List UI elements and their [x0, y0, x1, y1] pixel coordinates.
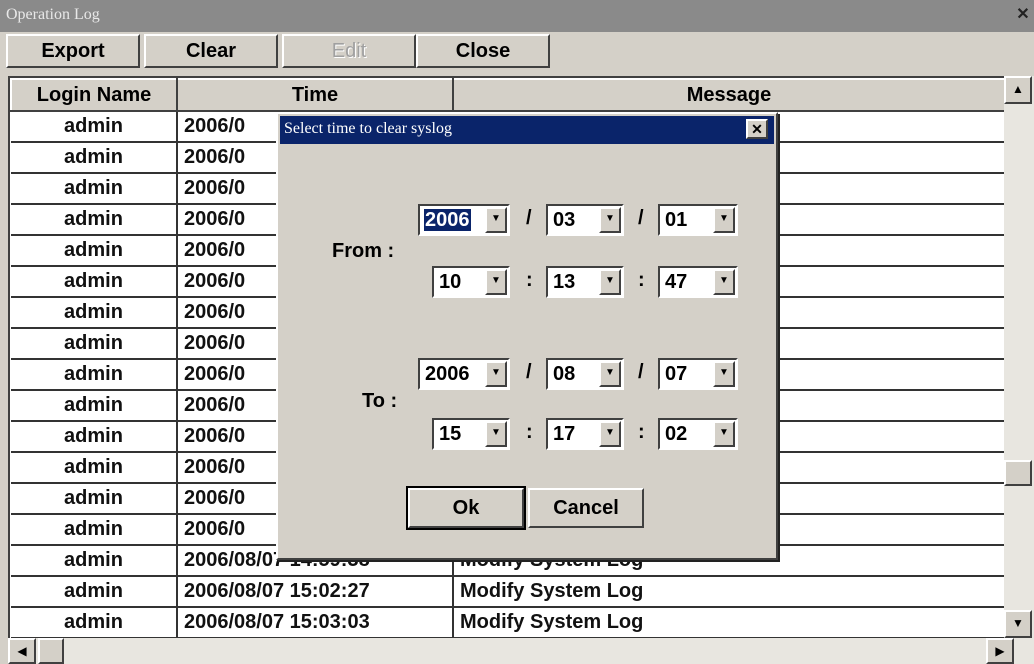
from-day-value: 01	[665, 209, 688, 231]
export-button[interactable]: Export	[6, 34, 140, 68]
from-year-select[interactable]: 2006 ▼	[418, 204, 510, 236]
window-title: Operation Log	[6, 6, 100, 23]
title-bar: Operation Log ✕	[0, 0, 1034, 32]
chevron-down-icon[interactable]: ▼	[713, 361, 735, 387]
cell-login-name: admin	[11, 452, 178, 484]
to-minute-select[interactable]: 17 ▼	[546, 418, 624, 450]
cell-login-name: admin	[11, 607, 178, 639]
scroll-thumb[interactable]	[1004, 460, 1032, 486]
operation-log-window: Operation Log ✕ Export Clear Edit Close …	[0, 0, 1034, 664]
cell-login-name: admin	[11, 576, 178, 608]
chevron-down-icon[interactable]: ▼	[599, 361, 621, 387]
cell-time: 2006/08/07 15:03:03	[177, 607, 454, 639]
to-day-select[interactable]: 07 ▼	[658, 358, 738, 390]
from-minute-select[interactable]: 13 ▼	[546, 266, 624, 298]
chevron-down-icon[interactable]: ▼	[485, 421, 507, 447]
chevron-down-icon[interactable]: ▼	[485, 361, 507, 387]
to-second-select[interactable]: 02 ▼	[658, 418, 738, 450]
clear-syslog-dialog: Select time to clear syslog ✕ From : To …	[276, 112, 778, 560]
chevron-down-icon[interactable]: ▼	[599, 207, 621, 233]
chevron-down-icon[interactable]: ▼	[599, 421, 621, 447]
scroll-right-icon[interactable]: ▶	[986, 638, 1014, 664]
cell-login-name: admin	[11, 328, 178, 360]
to-label: To :	[362, 390, 398, 412]
date-separator: /	[526, 207, 532, 229]
clear-button[interactable]: Clear	[144, 34, 278, 68]
to-second-value: 02	[665, 423, 688, 445]
chevron-down-icon[interactable]: ▼	[713, 207, 735, 233]
from-label: From :	[332, 240, 395, 262]
cell-message: Modify System Log	[453, 607, 1006, 639]
from-month-value: 03	[553, 209, 576, 231]
cell-login-name: admin	[11, 483, 178, 515]
horizontal-scrollbar[interactable]: ◀ ▶	[8, 638, 1034, 664]
chevron-down-icon[interactable]: ▼	[485, 269, 507, 295]
to-year-select[interactable]: 2006 ▼	[418, 358, 510, 390]
from-second-select[interactable]: 47 ▼	[658, 266, 738, 298]
cell-login-name: admin	[11, 514, 178, 546]
chevron-down-icon[interactable]: ▼	[713, 421, 735, 447]
from-minute-value: 13	[553, 271, 576, 293]
close-button[interactable]: Close	[416, 34, 550, 68]
date-separator: /	[638, 361, 644, 383]
hscroll-thumb[interactable]	[38, 638, 64, 664]
to-minute-value: 17	[553, 423, 576, 445]
cell-login-name: admin	[11, 359, 178, 391]
table-header-row: Login Name Time Message	[10, 78, 1006, 112]
chevron-down-icon[interactable]: ▼	[599, 269, 621, 295]
column-header-message[interactable]: Message	[452, 78, 1006, 112]
from-hour-value: 10	[439, 271, 462, 293]
to-hour-select[interactable]: 15 ▼	[432, 418, 510, 450]
chevron-down-icon[interactable]: ▼	[485, 207, 507, 233]
dialog-title: Select time to clear syslog	[284, 120, 452, 137]
cell-login-name: admin	[11, 204, 178, 236]
to-month-value: 08	[553, 363, 576, 385]
cell-login-name: admin	[11, 421, 178, 453]
from-month-select[interactable]: 03 ▼	[546, 204, 624, 236]
cell-login-name: admin	[11, 266, 178, 298]
from-hour-select[interactable]: 10 ▼	[432, 266, 510, 298]
to-year-value: 2006	[425, 363, 470, 385]
cell-message: Modify System Log	[453, 576, 1006, 608]
close-window-icon[interactable]: ✕	[1014, 6, 1032, 24]
column-header-time[interactable]: Time	[176, 78, 454, 112]
to-month-select[interactable]: 08 ▼	[546, 358, 624, 390]
scroll-down-icon[interactable]: ▼	[1004, 610, 1032, 638]
to-hour-value: 15	[439, 423, 462, 445]
cell-time: 2006/08/07 15:02:27	[177, 576, 454, 608]
cell-login-name: admin	[11, 173, 178, 205]
column-header-login-name[interactable]: Login Name	[10, 78, 178, 112]
date-separator: /	[638, 207, 644, 229]
from-second-value: 47	[665, 271, 688, 293]
time-separator: :	[638, 269, 645, 291]
vertical-scrollbar[interactable]: ▲ ▼	[1004, 76, 1034, 638]
edit-button[interactable]: Edit	[282, 34, 416, 68]
dialog-close-icon[interactable]: ✕	[746, 119, 768, 139]
scroll-left-icon[interactable]: ◀	[8, 638, 36, 664]
ok-button[interactable]: Ok	[406, 486, 526, 530]
cancel-button[interactable]: Cancel	[528, 488, 644, 528]
cell-login-name: admin	[11, 390, 178, 422]
dialog-title-bar: Select time to clear syslog ✕	[280, 116, 774, 144]
time-separator: :	[526, 421, 533, 443]
cell-login-name: admin	[11, 545, 178, 577]
table-row[interactable]: admin 2006/08/07 15:02:27 Modify System Lo…	[11, 576, 1006, 608]
cell-login-name: admin	[11, 297, 178, 329]
chevron-down-icon[interactable]: ▼	[713, 269, 735, 295]
time-separator: :	[638, 421, 645, 443]
cell-login-name: admin	[11, 235, 178, 267]
cell-login-name: admin	[11, 142, 178, 174]
from-year-value: 2006	[424, 209, 471, 231]
from-day-select[interactable]: 01 ▼	[658, 204, 738, 236]
cell-login-name: admin	[11, 111, 178, 143]
date-separator: /	[526, 361, 532, 383]
table-row[interactable]: admin 2006/08/07 15:03:03 Modify System Lo…	[11, 607, 1006, 639]
scroll-up-icon[interactable]: ▲	[1004, 76, 1032, 104]
to-day-value: 07	[665, 363, 688, 385]
time-separator: :	[526, 269, 533, 291]
